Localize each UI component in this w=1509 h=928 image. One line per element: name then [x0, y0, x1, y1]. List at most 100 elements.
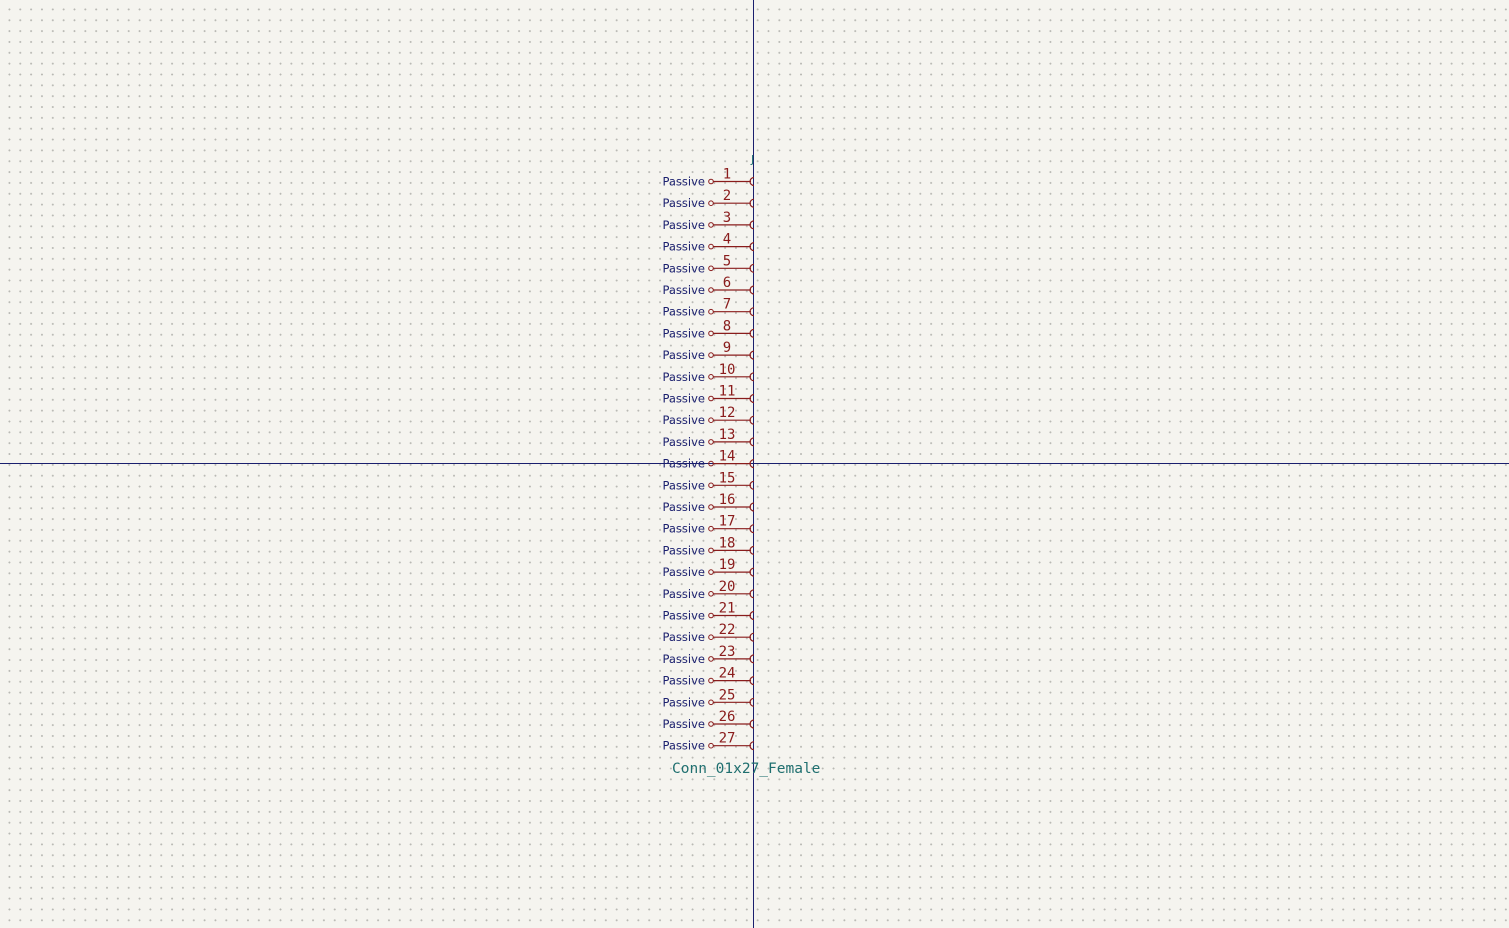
pin-number: 3	[723, 210, 731, 226]
pin-21[interactable]: Passive 21	[662, 601, 755, 623]
pin-number: 2	[723, 188, 731, 204]
pin-1[interactable]: Passive 1	[662, 167, 755, 189]
pin-connection-point	[708, 330, 714, 337]
pin-8[interactable]: Passive 8	[662, 318, 755, 340]
pin-connection-point	[708, 395, 714, 402]
pin-connection-point	[708, 677, 714, 684]
pin-number: 20	[719, 579, 736, 595]
pin-5[interactable]: Passive 5	[662, 253, 755, 275]
pin-electrical-type: Passive	[662, 261, 705, 275]
pin-connection-point	[708, 591, 714, 597]
pin-number: 27	[719, 731, 736, 747]
pin-connection-point	[708, 439, 714, 445]
pin-23[interactable]: Passive 23	[662, 644, 755, 666]
pins-group: Passive 1 Passive 2 Passive 3 Passive 4 Passive 5…	[662, 167, 755, 753]
pin-number: 9	[723, 340, 731, 356]
pin-14[interactable]: Passive 14	[662, 449, 755, 471]
pin-electrical-type: Passive	[662, 630, 705, 644]
pin-11[interactable]: Passive 11	[662, 384, 755, 406]
pin-connection-point	[708, 308, 714, 315]
pin-connection-point	[708, 525, 714, 532]
pin-connection-point	[708, 222, 714, 228]
pin-27[interactable]: Passive 27	[662, 731, 755, 753]
pin-connection-point	[708, 742, 714, 749]
pin-number: 26	[719, 709, 736, 725]
pin-electrical-type: Passive	[662, 717, 705, 731]
pin-6[interactable]: Passive 6	[662, 275, 755, 297]
pin-26[interactable]: Passive 26	[662, 709, 755, 731]
pin-number: 5	[723, 253, 731, 269]
pin-number: 23	[719, 644, 736, 660]
pin-electrical-type: Passive	[662, 739, 705, 753]
pin-18[interactable]: Passive 18	[662, 535, 755, 557]
pin-25[interactable]: Passive 25	[662, 687, 755, 709]
pin-electrical-type: Passive	[662, 326, 705, 340]
symbol-value-field[interactable]: Conn_01x27_Female	[672, 761, 820, 777]
pin-connection-point	[708, 699, 714, 706]
pin-electrical-type: Passive	[662, 392, 705, 406]
pin-connection-point	[708, 200, 714, 206]
symbol-editor-drawing[interactable]: Passive 1 Passive 2 Passive 3 Passive 4 Passive 5…	[0, 0, 1509, 928]
pin-24[interactable]: Passive 24	[662, 666, 755, 688]
pin-22[interactable]: Passive 22	[662, 622, 755, 644]
pin-number: 13	[719, 427, 736, 443]
pin-4[interactable]: Passive 4	[662, 232, 755, 254]
pin-2[interactable]: Passive 2	[662, 188, 755, 210]
pin-number: 19	[719, 557, 736, 573]
pin-connection-point	[708, 656, 714, 662]
pin-electrical-type: Passive	[662, 175, 705, 189]
pin-number: 12	[719, 405, 736, 421]
pin-number: 14	[719, 449, 736, 465]
pin-number: 7	[723, 297, 731, 313]
pin-9[interactable]: Passive 9	[662, 340, 755, 362]
pin-number: 17	[719, 514, 736, 530]
pin-connection-point	[708, 352, 714, 358]
pin-number: 11	[719, 384, 736, 400]
pin-electrical-type: Passive	[662, 196, 705, 210]
pin-electrical-type: Passive	[662, 370, 705, 384]
pin-7[interactable]: Passive 7	[662, 297, 755, 319]
pin-electrical-type: Passive	[662, 522, 705, 536]
pin-12[interactable]: Passive 12	[662, 405, 755, 427]
pin-connection-point	[708, 374, 714, 380]
pin-electrical-type: Passive	[662, 500, 705, 514]
pin-number: 16	[719, 492, 736, 508]
pin-10[interactable]: Passive 10	[662, 362, 755, 384]
pin-electrical-type: Passive	[662, 435, 705, 449]
pin-connection-point	[708, 243, 714, 250]
pin-number: 18	[719, 535, 736, 551]
pin-connection-point	[708, 569, 714, 575]
pin-19[interactable]: Passive 19	[662, 557, 755, 579]
schematic-canvas[interactable]: Passive 1 Passive 2 Passive 3 Passive 4 Passive 5…	[0, 0, 1509, 928]
pin-20[interactable]: Passive 20	[662, 579, 755, 601]
pin-connection-point	[708, 265, 714, 272]
pin-electrical-type: Passive	[662, 457, 705, 471]
pin-15[interactable]: Passive 15	[662, 470, 755, 492]
pin-number: 15	[719, 470, 736, 486]
pin-number: 8	[723, 318, 731, 334]
pin-electrical-type: Passive	[662, 240, 705, 254]
pin-electrical-type: Passive	[662, 478, 705, 492]
pin-electrical-type: Passive	[662, 218, 705, 232]
pin-16[interactable]: Passive 16	[662, 492, 755, 514]
pin-electrical-type: Passive	[662, 609, 705, 623]
pin-number: 22	[719, 622, 736, 638]
pin-17[interactable]: Passive 17	[662, 514, 755, 536]
pin-electrical-type: Passive	[662, 348, 705, 362]
pin-electrical-type: Passive	[662, 305, 705, 319]
pin-number: 21	[719, 601, 736, 617]
reference-designator[interactable]: J	[750, 153, 754, 166]
pin-number: 6	[723, 275, 731, 291]
pin-3[interactable]: Passive 3	[662, 210, 755, 232]
pin-electrical-type: Passive	[662, 543, 705, 557]
pin-connection-point	[708, 547, 714, 554]
pin-connection-point	[708, 612, 714, 619]
pin-electrical-type: Passive	[662, 695, 705, 709]
pin-13[interactable]: Passive 13	[662, 427, 755, 449]
pin-electrical-type: Passive	[662, 674, 705, 688]
pin-connection-point	[708, 634, 714, 641]
pin-number: 24	[719, 666, 736, 682]
pin-electrical-type: Passive	[662, 283, 705, 297]
pin-connection-point	[708, 482, 714, 489]
pin-connection-point	[708, 417, 714, 424]
